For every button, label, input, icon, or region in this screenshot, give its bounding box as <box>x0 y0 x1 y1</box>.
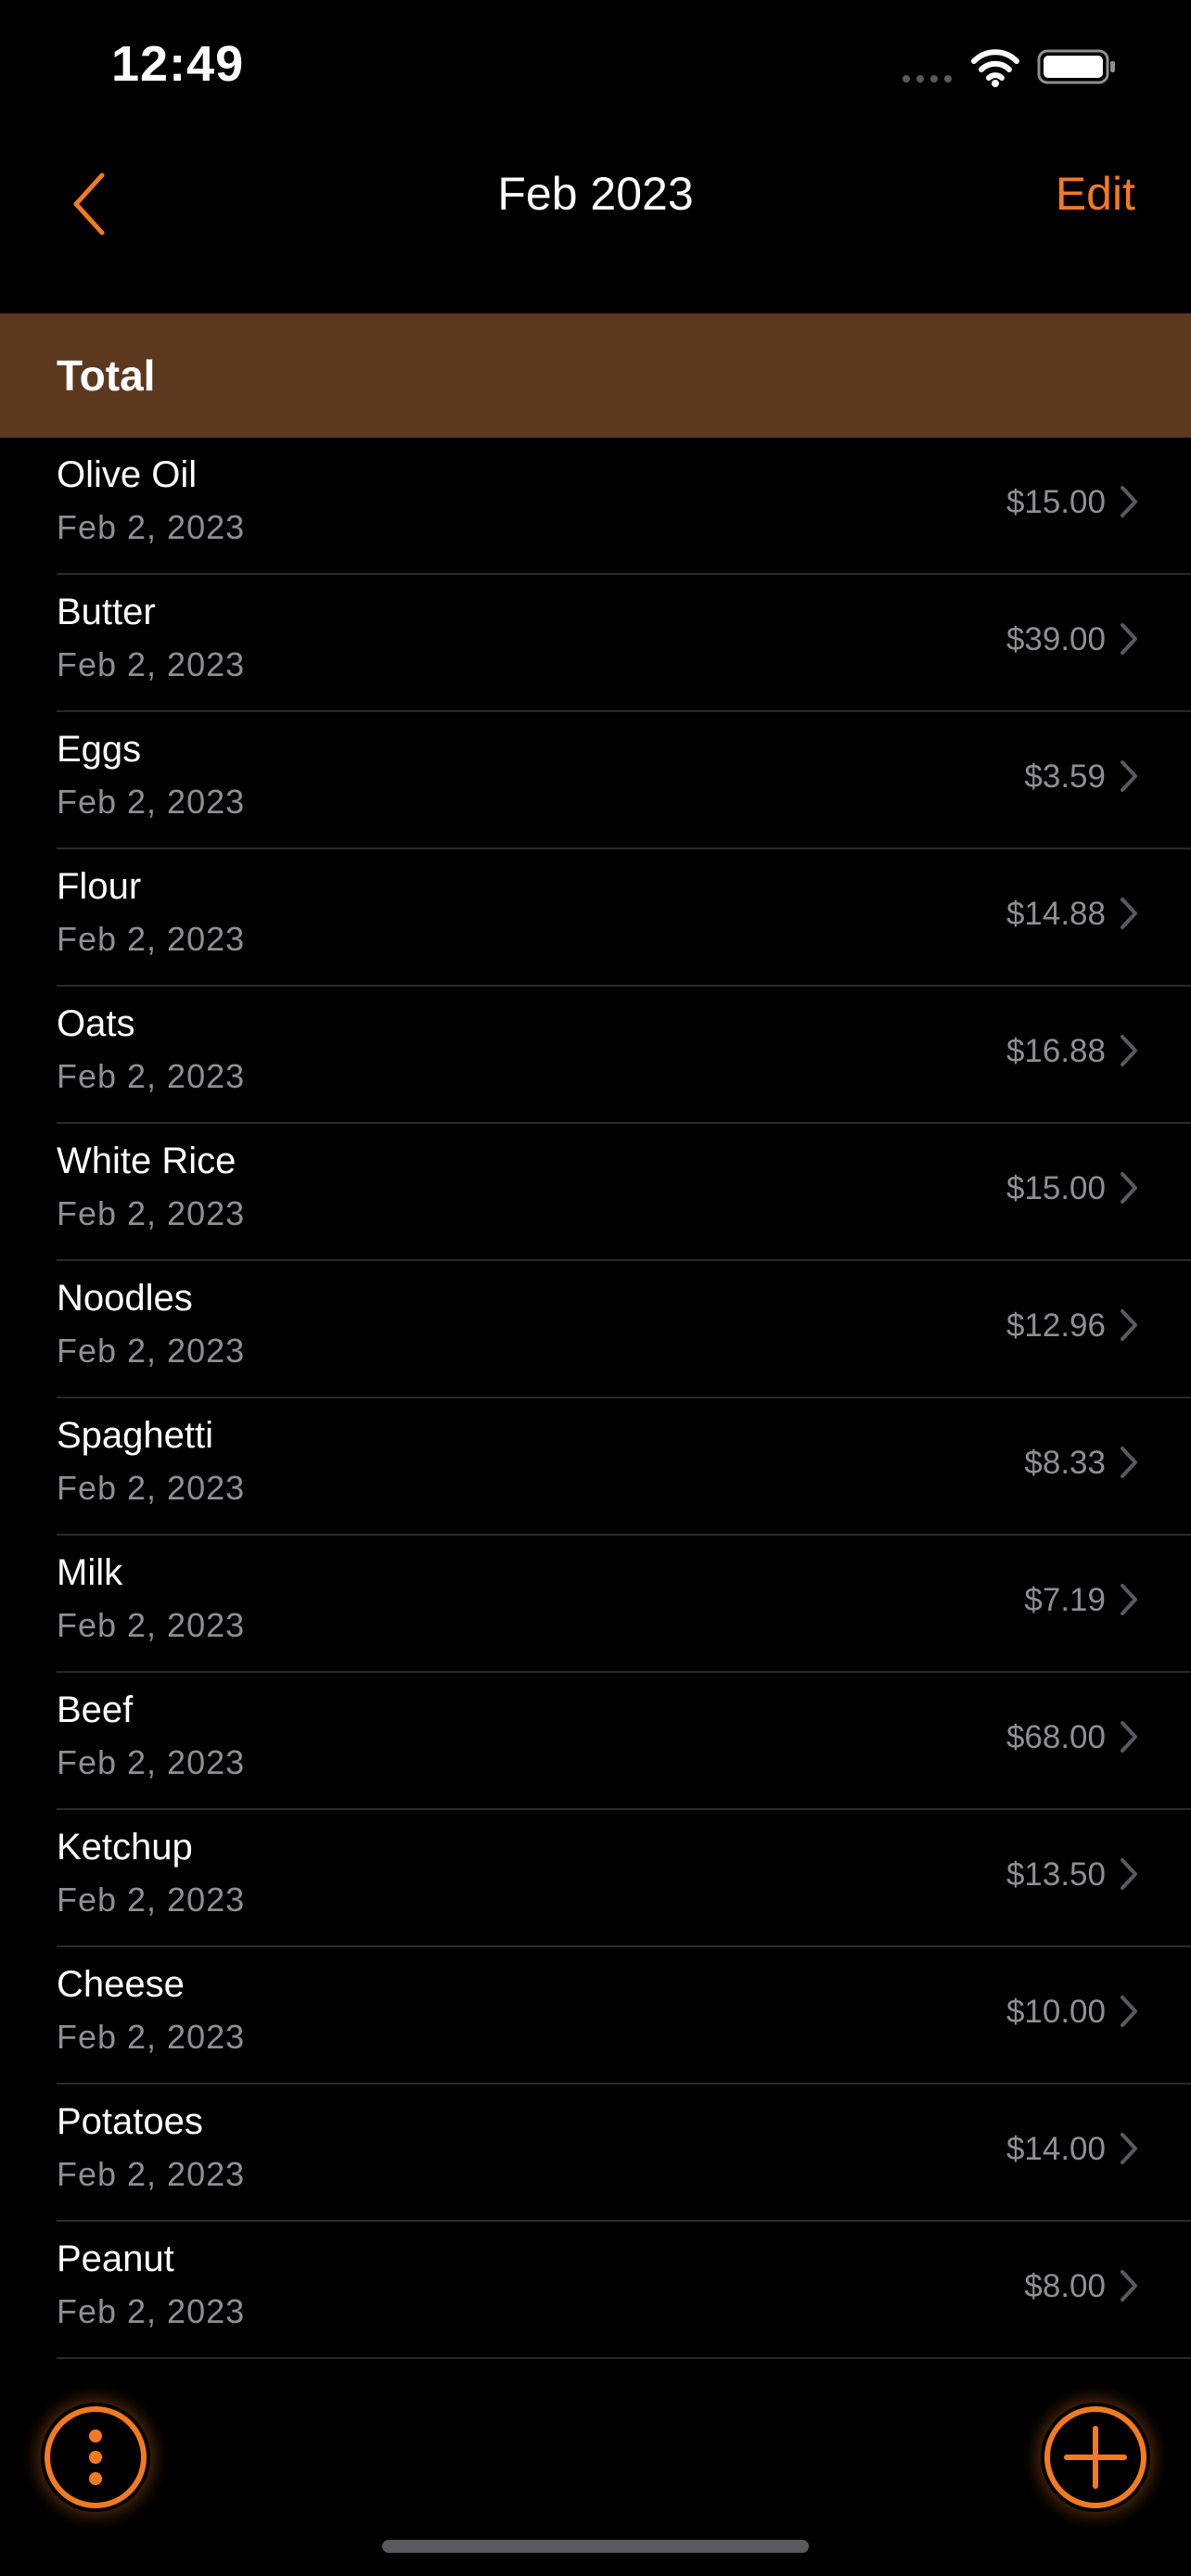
list-item[interactable]: Ketchup Feb 2, 2023 $13.50 <box>57 1810 1191 1947</box>
cellular-signal-icon <box>903 75 952 83</box>
item-date: Feb 2, 2023 <box>57 1469 246 1507</box>
edit-button[interactable]: Edit <box>1056 167 1135 221</box>
item-name: Spaghetti <box>57 1415 214 1456</box>
item-price: $15.00 <box>1005 1170 1106 1206</box>
more-options-button[interactable] <box>41 2403 150 2512</box>
item-price: $12.96 <box>1005 1307 1106 1344</box>
status-bar: 12:49 <box>0 0 1191 130</box>
item-name: Olive Oil <box>57 454 198 495</box>
list-item[interactable]: Noodles Feb 2, 2023 $12.96 <box>57 1261 1191 1398</box>
battery-icon <box>1037 49 1115 84</box>
list-item[interactable]: Spaghetti Feb 2, 2023 $8.33 <box>57 1398 1191 1536</box>
chevron-right-icon <box>1121 1996 1137 2027</box>
item-date: Feb 2, 2023 <box>57 508 246 546</box>
more-vertical-icon <box>45 2406 147 2508</box>
list-item[interactable]: Beef Feb 2, 2023 $68.00 <box>57 1673 1191 1810</box>
chevron-right-icon <box>1121 1584 1137 1615</box>
item-name: Cheese <box>57 1964 185 2005</box>
item-date: Feb 2, 2023 <box>57 1194 246 1232</box>
item-price: $3.59 <box>1024 759 1106 795</box>
item-name: Ketchup <box>57 1827 193 1868</box>
chevron-right-icon <box>1121 1035 1137 1066</box>
item-price: $8.00 <box>1024 2268 1106 2304</box>
list-item[interactable]: Flour Feb 2, 2023 $14.88 <box>57 849 1191 987</box>
item-date: Feb 2, 2023 <box>57 1332 246 1370</box>
item-date: Feb 2, 2023 <box>57 920 246 958</box>
item-date: Feb 2, 2023 <box>57 2018 246 2056</box>
chevron-right-icon <box>1121 2133 1137 2164</box>
navigation-bar: Feb 2023 Edit <box>0 130 1191 315</box>
wifi-icon <box>971 49 1019 87</box>
list-item[interactable]: Eggs Feb 2, 2023 $3.59 <box>57 712 1191 849</box>
item-name: Noodles <box>57 1278 193 1319</box>
chevron-right-icon <box>1121 898 1137 929</box>
item-price: $14.88 <box>1005 896 1106 932</box>
chevron-right-icon <box>1121 2270 1137 2302</box>
chevron-right-icon <box>1121 1721 1137 1753</box>
item-date: Feb 2, 2023 <box>57 1743 246 1781</box>
chevron-right-icon <box>1121 760 1137 792</box>
item-price: $68.00 <box>1005 1719 1106 1755</box>
item-name: Milk <box>57 1552 123 1593</box>
chevron-right-icon <box>1121 1309 1137 1341</box>
list-item[interactable]: Butter Feb 2, 2023 $39.00 <box>57 575 1191 712</box>
item-name: Potatoes <box>57 2101 203 2142</box>
item-name: White Rice <box>57 1141 237 1181</box>
item-price: $7.19 <box>1024 1582 1106 1618</box>
item-name: Peanut <box>57 2238 174 2279</box>
item-name: Beef <box>57 1690 134 1730</box>
item-date: Feb 2, 2023 <box>57 2155 246 2193</box>
item-price: $15.00 <box>1005 484 1106 520</box>
item-name: Butter <box>57 592 156 632</box>
home-indicator[interactable] <box>382 2540 809 2553</box>
item-name: Flour <box>57 866 142 907</box>
list-item[interactable]: Milk Feb 2, 2023 $7.19 <box>57 1536 1191 1673</box>
chevron-right-icon <box>1121 1447 1137 1478</box>
item-list: Olive Oil Feb 2, 2023 $15.00 Butter Feb … <box>0 438 1191 2359</box>
list-item[interactable]: Olive Oil Feb 2, 2023 $15.00 <box>57 438 1191 575</box>
page-title: Feb 2023 <box>497 168 694 220</box>
item-date: Feb 2, 2023 <box>57 783 246 821</box>
list-item[interactable]: White Rice Feb 2, 2023 $15.00 <box>57 1124 1191 1261</box>
item-date: Feb 2, 2023 <box>57 2292 246 2330</box>
status-time: 12:49 <box>111 36 245 92</box>
plus-icon <box>1044 2406 1146 2508</box>
item-price: $10.00 <box>1005 1994 1106 2030</box>
list-item[interactable]: Potatoes Feb 2, 2023 $14.00 <box>57 2085 1191 2222</box>
chevron-right-icon <box>1121 1172 1137 1204</box>
item-date: Feb 2, 2023 <box>57 1606 246 1644</box>
item-date: Feb 2, 2023 <box>57 1881 246 1919</box>
chevron-right-icon <box>1121 623 1137 655</box>
item-price: $8.33 <box>1024 1445 1106 1481</box>
add-item-button[interactable] <box>1041 2403 1150 2512</box>
item-name: Eggs <box>57 729 142 770</box>
list-item[interactable]: Cheese Feb 2, 2023 $10.00 <box>57 1947 1191 2085</box>
item-price: $16.88 <box>1005 1033 1106 1069</box>
list-item[interactable]: Peanut Feb 2, 2023 $8.00 <box>57 2222 1191 2359</box>
item-date: Feb 2, 2023 <box>57 645 246 683</box>
total-section-header[interactable]: Total <box>0 313 1191 438</box>
item-name: Oats <box>57 1003 135 1044</box>
item-price: $39.00 <box>1005 621 1106 657</box>
list-item[interactable]: Oats Feb 2, 2023 $16.88 <box>57 987 1191 1124</box>
chevron-right-icon <box>1121 486 1137 517</box>
item-date: Feb 2, 2023 <box>57 1057 246 1095</box>
item-price: $13.50 <box>1005 1856 1106 1893</box>
chevron-right-icon <box>1121 1858 1137 1890</box>
item-price: $14.00 <box>1005 2131 1106 2167</box>
total-label: Total <box>57 351 156 400</box>
